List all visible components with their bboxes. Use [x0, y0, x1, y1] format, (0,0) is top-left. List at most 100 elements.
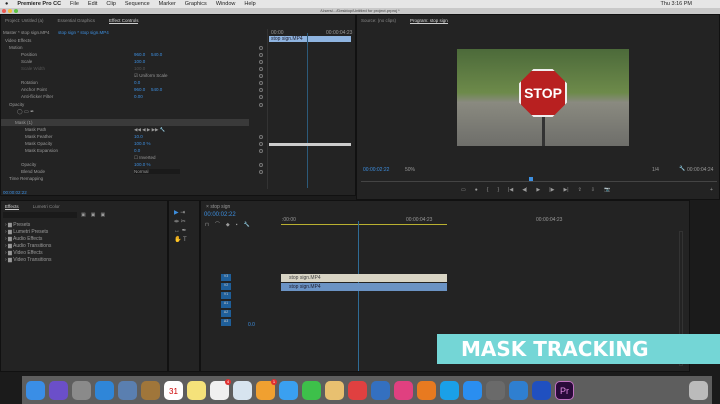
- dock-app-icon[interactable]: [118, 380, 137, 400]
- apple-icon[interactable]: ●: [5, 1, 8, 7]
- source-clip[interactable]: Master * stop sign.MP4: [3, 30, 50, 35]
- menu-help[interactable]: Help: [244, 1, 255, 7]
- selection-tool-icon[interactable]: ▶: [174, 210, 179, 216]
- dock-app-icon[interactable]: [394, 380, 413, 400]
- mini-clip[interactable]: stop sign.MP4: [269, 36, 351, 42]
- track-v1[interactable]: V1: [221, 292, 231, 299]
- marker-icon[interactable]: ▭: [461, 187, 466, 193]
- video-clip[interactable]: stop sign.MP4: [281, 274, 447, 282]
- reset-icon[interactable]: [259, 52, 263, 57]
- slip-tool-icon[interactable]: ↔: [174, 228, 180, 234]
- work-area-bar[interactable]: [281, 224, 447, 225]
- dock-app-icon[interactable]: [486, 380, 505, 400]
- mask-1[interactable]: Mask (1): [15, 120, 33, 125]
- dock-app-icon[interactable]: [509, 380, 528, 400]
- dock-app-icon[interactable]: [689, 380, 708, 400]
- scrub-bar[interactable]: [361, 181, 717, 182]
- reset-icon[interactable]: [259, 45, 263, 50]
- close-button[interactable]: [2, 9, 6, 13]
- step-back-icon[interactable]: ◀|: [522, 187, 527, 193]
- reset-icon[interactable]: [259, 162, 263, 167]
- zoom-select[interactable]: 50%: [405, 167, 415, 173]
- mask-shape-tools[interactable]: ◯ ▭ ✒: [17, 109, 34, 115]
- resolution-select[interactable]: 1/4: [652, 167, 659, 173]
- add-marker-icon[interactable]: ●: [475, 187, 478, 193]
- reset-icon[interactable]: [259, 59, 263, 64]
- zoom-button[interactable]: [14, 9, 18, 13]
- lift-icon[interactable]: ⇪: [578, 187, 582, 193]
- reset-icon[interactable]: [259, 134, 263, 139]
- pen-tool-icon[interactable]: ✒: [182, 228, 187, 234]
- reset-icon[interactable]: [259, 94, 263, 99]
- folder-presets[interactable]: › ▆ Presets: [5, 222, 52, 229]
- razor-tool-icon[interactable]: ✂: [181, 219, 186, 225]
- reset-icon[interactable]: [259, 148, 263, 153]
- dock-app-icon[interactable]: [371, 380, 390, 400]
- minimize-button[interactable]: [8, 9, 12, 13]
- export-frame-icon[interactable]: 📷: [604, 187, 610, 193]
- reset-icon[interactable]: [259, 102, 263, 107]
- track-a1[interactable]: A1: [221, 301, 231, 308]
- dock-app-icon[interactable]: [302, 380, 321, 400]
- playhead-marker[interactable]: [529, 177, 533, 181]
- type-tool-icon[interactable]: T: [183, 237, 187, 243]
- track-select-tool-icon[interactable]: ⇥: [180, 210, 185, 216]
- menu-sequence[interactable]: Sequence: [125, 1, 150, 7]
- dock-app-icon[interactable]: [463, 380, 482, 400]
- reset-icon[interactable]: [259, 80, 263, 85]
- timeline-timecode[interactable]: 00:00:02:22: [204, 212, 236, 218]
- time-remapping[interactable]: Time Remapping: [9, 176, 43, 181]
- hand-tool-icon[interactable]: ✋: [174, 237, 181, 243]
- clock[interactable]: Thu 3:16 PM: [661, 1, 693, 7]
- timeline-playhead[interactable]: [358, 221, 359, 371]
- play-icon[interactable]: ▶: [536, 187, 540, 193]
- track-a2[interactable]: A2: [221, 310, 231, 317]
- dock-app-icon[interactable]: [95, 380, 114, 400]
- dock-app-icon[interactable]: [187, 380, 206, 400]
- tab-effects[interactable]: Effects: [5, 204, 19, 210]
- reset-icon[interactable]: [259, 87, 263, 92]
- position-y[interactable]: 540.0: [151, 52, 162, 57]
- dock-app-icon[interactable]: Pr: [555, 380, 574, 400]
- anchor-x[interactable]: 960.0: [134, 87, 145, 92]
- uniform-scale-checkbox[interactable]: ☑ Uniform Scale: [134, 73, 168, 79]
- effect-controls-timecode[interactable]: 00:00:02:22: [3, 190, 27, 195]
- opacity-effect[interactable]: Opacity: [9, 102, 24, 107]
- inverted-checkbox[interactable]: ☐ Inverted: [134, 155, 156, 161]
- mask-feather-value[interactable]: 10.0: [134, 134, 143, 139]
- dock-app-icon[interactable]: [417, 380, 436, 400]
- tab-lumetri-color[interactable]: Lumetri Color: [33, 204, 60, 210]
- extract-icon[interactable]: ⇩: [591, 187, 595, 193]
- anti-flicker-value[interactable]: 0.00: [134, 94, 143, 99]
- reset-icon[interactable]: [259, 169, 263, 174]
- audio-clip[interactable]: stop sign.MP4: [281, 283, 447, 291]
- position-x[interactable]: 960.0: [134, 52, 145, 57]
- timeline-toolbar[interactable]: ⊓⌒◆▪🔧: [205, 221, 256, 228]
- rotation-value[interactable]: 0.0: [134, 80, 140, 85]
- menu-edit[interactable]: Edit: [88, 1, 97, 7]
- dock-app-icon[interactable]: [279, 380, 298, 400]
- reset-icon[interactable]: [259, 73, 263, 78]
- track-a3[interactable]: A3: [221, 319, 231, 326]
- dock-app-icon[interactable]: [348, 380, 367, 400]
- tab-source[interactable]: Source: (no clips): [361, 18, 396, 24]
- mask-expansion-value[interactable]: 0.0: [134, 148, 140, 153]
- folder-lumetri-presets[interactable]: › ▆ Lumetri Presets: [5, 229, 52, 236]
- opacity-value[interactable]: 100.0 %: [134, 162, 151, 167]
- dock-app-icon[interactable]: [233, 380, 252, 400]
- dock-app-icon[interactable]: [26, 380, 45, 400]
- tab-program[interactable]: Program: stop sign: [410, 18, 448, 24]
- program-timecode[interactable]: 00:00:02:22: [363, 167, 389, 173]
- tab-project[interactable]: Project: Untitled (a): [5, 18, 44, 24]
- folder-video-effects[interactable]: › ▆ Video Effects: [5, 250, 52, 257]
- timeline-tab[interactable]: × stop sign: [206, 204, 230, 210]
- tab-effect-controls[interactable]: Effect Controls: [109, 18, 139, 24]
- scale-value[interactable]: 100.0: [134, 59, 145, 64]
- blend-mode-select[interactable]: Normal: [134, 169, 180, 174]
- ripple-edit-tool-icon[interactable]: ⇹: [174, 219, 179, 225]
- go-to-out-icon[interactable]: ▶|: [563, 187, 568, 193]
- track-mask-controls[interactable]: ◀◀ ◀ ▶ ▶▶ 🔧: [134, 127, 165, 133]
- dock-app-icon[interactable]: [141, 380, 160, 400]
- dock-app-icon[interactable]: 4: [210, 378, 231, 400]
- motion-effect[interactable]: Motion: [9, 45, 23, 50]
